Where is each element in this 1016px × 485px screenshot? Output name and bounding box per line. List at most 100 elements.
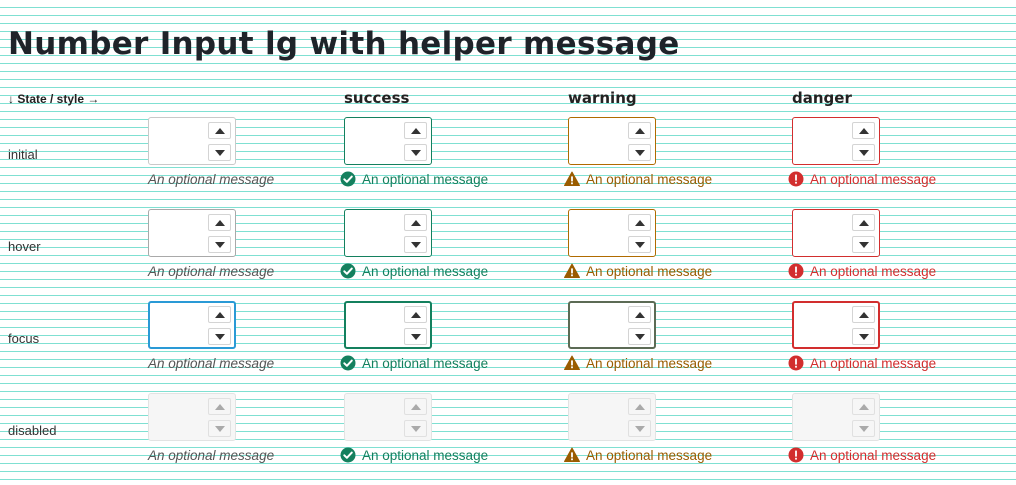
- arrow-up-icon: [214, 127, 225, 134]
- number-input-warning-hover[interactable]: [568, 209, 656, 257]
- helper-message-success-hover: An optional message: [340, 262, 488, 280]
- helper-message-default-hover: An optional message: [148, 262, 274, 280]
- arrow-up-icon: [858, 127, 869, 134]
- helper-message-warning-focus: An optional message: [564, 354, 712, 372]
- increment-button[interactable]: [404, 214, 427, 231]
- warning-triangle-icon: [564, 447, 580, 463]
- decrement-button[interactable]: [404, 236, 427, 253]
- number-input-success-focus[interactable]: [344, 301, 432, 349]
- arrow-up-icon: [634, 403, 645, 410]
- error-circle-icon: [788, 355, 804, 371]
- row-label-focus: focus: [8, 331, 40, 346]
- increment-button[interactable]: [852, 306, 875, 323]
- number-input-default-hover[interactable]: [148, 209, 236, 257]
- number-input-danger-initial[interactable]: [792, 117, 880, 165]
- arrow-down-icon: [410, 425, 421, 432]
- row-label-disabled: disabled: [8, 423, 57, 438]
- decrement-button[interactable]: [628, 236, 651, 253]
- decrement-button[interactable]: [852, 328, 875, 345]
- increment-button: [404, 398, 427, 415]
- column-header-danger: danger: [792, 89, 852, 107]
- arrow-up-icon: [634, 127, 645, 134]
- decrement-button: [628, 420, 651, 437]
- arrow-down-icon: [214, 149, 225, 156]
- helper-message-warning-hover: An optional message: [564, 262, 712, 280]
- warning-triangle-icon: [564, 263, 580, 279]
- helper-message-text: An optional message: [810, 263, 937, 279]
- arrow-up-icon: [858, 403, 869, 410]
- increment-button[interactable]: [404, 122, 427, 139]
- number-input-danger-disabled: [792, 393, 880, 441]
- arrow-down-icon: [410, 149, 421, 156]
- check-circle-icon: [340, 171, 356, 187]
- number-input-warning-initial[interactable]: [568, 117, 656, 165]
- decrement-button[interactable]: [852, 236, 875, 253]
- decrement-button[interactable]: [628, 328, 651, 345]
- arrow-down-icon: [214, 241, 225, 248]
- helper-message-warning-initial: An optional message: [564, 170, 712, 188]
- check-circle-icon: [340, 263, 356, 279]
- page-title: Number Input lg with helper message: [8, 26, 680, 62]
- helper-message-text: An optional message: [810, 355, 937, 371]
- decrement-button[interactable]: [208, 236, 231, 253]
- number-input-success-initial[interactable]: [344, 117, 432, 165]
- arrow-up-icon: [858, 219, 869, 226]
- column-header-warning: warning: [568, 89, 637, 107]
- helper-message-danger-disabled: An optional message: [788, 446, 936, 464]
- decrement-button[interactable]: [208, 328, 231, 345]
- helper-message-success-initial: An optional message: [340, 170, 488, 188]
- number-input-danger-focus[interactable]: [792, 301, 880, 349]
- helper-message-text: An optional message: [148, 263, 275, 279]
- row-label-initial: initial: [8, 147, 38, 162]
- arrow-down-icon: [634, 149, 645, 156]
- increment-button[interactable]: [208, 214, 231, 231]
- increment-button[interactable]: [628, 122, 651, 139]
- arrow-down-icon: [858, 149, 869, 156]
- error-circle-icon: [788, 171, 804, 187]
- decrement-button[interactable]: [852, 144, 875, 161]
- arrow-down-icon: [858, 333, 869, 340]
- number-input-danger-hover[interactable]: [792, 209, 880, 257]
- helper-message-text: An optional message: [586, 355, 713, 371]
- arrow-up-icon: [858, 311, 869, 318]
- arrow-down-icon: [634, 333, 645, 340]
- arrow-up-icon: [214, 311, 225, 318]
- arrow-down-icon: [214, 333, 225, 340]
- increment-button[interactable]: [404, 306, 427, 323]
- helper-message-text: An optional message: [810, 171, 937, 187]
- number-input-success-disabled: [344, 393, 432, 441]
- helper-message-text: An optional message: [362, 355, 489, 371]
- arrow-down-icon: [634, 425, 645, 432]
- increment-button[interactable]: [208, 122, 231, 139]
- number-input-default-initial[interactable]: [148, 117, 236, 165]
- row-label-hover: hover: [8, 239, 41, 254]
- decrement-button[interactable]: [208, 144, 231, 161]
- decrement-button: [404, 420, 427, 437]
- arrow-up-icon: [634, 311, 645, 318]
- decrement-button[interactable]: [404, 144, 427, 161]
- warning-triangle-icon: [564, 355, 580, 371]
- number-input-success-hover[interactable]: [344, 209, 432, 257]
- arrow-up-icon: [410, 403, 421, 410]
- number-input-warning-focus[interactable]: [568, 301, 656, 349]
- increment-button: [852, 398, 875, 415]
- number-input-default-disabled: [148, 393, 236, 441]
- increment-button[interactable]: [628, 306, 651, 323]
- helper-message-danger-focus: An optional message: [788, 354, 936, 372]
- increment-button[interactable]: [852, 214, 875, 231]
- increment-button[interactable]: [852, 122, 875, 139]
- decrement-button[interactable]: [404, 328, 427, 345]
- helper-message-default-focus: An optional message: [148, 354, 274, 372]
- number-input-warning-disabled: [568, 393, 656, 441]
- increment-button: [628, 398, 651, 415]
- arrow-down-icon: [858, 425, 869, 432]
- error-circle-icon: [788, 447, 804, 463]
- decrement-button[interactable]: [628, 144, 651, 161]
- state-style-axis-label: ↓ State / style →: [8, 92, 100, 106]
- arrow-down-icon: [410, 333, 421, 340]
- increment-button[interactable]: [208, 306, 231, 323]
- arrow-up-icon: [410, 311, 421, 318]
- number-input-default-focus[interactable]: [148, 301, 236, 349]
- increment-button[interactable]: [628, 214, 651, 231]
- helper-message-success-focus: An optional message: [340, 354, 488, 372]
